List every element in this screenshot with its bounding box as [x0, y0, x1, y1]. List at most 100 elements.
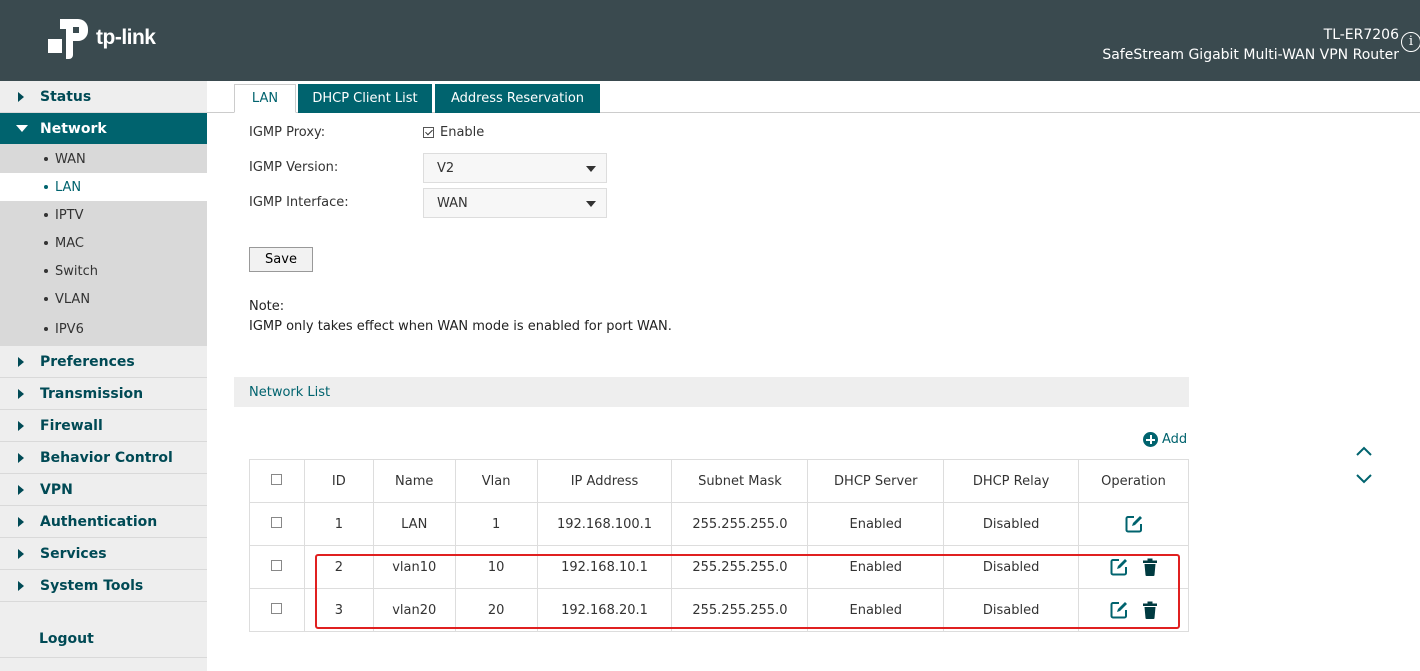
expand-triangle-icon: [18, 420, 24, 431]
sidebar-item-behavior-control[interactable]: Behavior Control: [0, 442, 207, 474]
add-icon: [1143, 432, 1158, 447]
column-header-ip-address[interactable]: IP Address: [536, 459, 673, 503]
cell-name: vlan10: [372, 545, 456, 589]
select-all-checkbox[interactable]: [271, 473, 283, 485]
column-header-operation: Operation: [1078, 459, 1189, 503]
column-header-subnet-mask[interactable]: Subnet Mask: [671, 459, 809, 503]
cell-ip-address: 192.168.20.1: [536, 588, 673, 632]
row-checkbox[interactable]: [271, 516, 283, 528]
sidebar-item-label: Authentication: [40, 513, 158, 530]
column-header-dhcp-relay[interactable]: DHCP Relay: [943, 459, 1080, 503]
row-checkbox[interactable]: [271, 602, 283, 614]
igmp-version-select[interactable]: V2: [423, 153, 607, 183]
collapse-triangle-icon: [16, 125, 28, 132]
expand-triangle-icon: [18, 580, 24, 591]
sidebar-item-preferences[interactable]: Preferences: [0, 346, 207, 378]
trash-icon[interactable]: [1142, 558, 1157, 576]
note-title: Note:: [249, 299, 285, 314]
column-header-vlan[interactable]: Vlan: [454, 459, 538, 503]
trash-icon[interactable]: [1142, 601, 1157, 619]
igmp-proxy-checkbox[interactable]: [423, 127, 434, 138]
dropdown-caret-icon: [586, 201, 596, 207]
igmp-proxy-option-label: Enable: [440, 125, 485, 140]
sidebar-item-services[interactable]: Services: [0, 538, 207, 570]
edit-icon[interactable]: [1125, 515, 1143, 533]
cell-id: 3: [303, 588, 374, 632]
sidebar-item-label: Transmission: [40, 385, 144, 402]
tab-dhcp-client-list[interactable]: DHCP Client List: [298, 84, 432, 113]
sidebar-item-status[interactable]: Status: [0, 81, 207, 113]
header: tp-link TL-ER7206 SafeStream Gigabit Mul…: [0, 0, 1420, 81]
device-model: TL-ER7206: [1323, 27, 1399, 43]
cell-vlan: 1: [454, 502, 538, 546]
edit-icon[interactable]: [1110, 558, 1128, 576]
sidebar-subitem-wan[interactable]: WAN: [0, 145, 207, 173]
network-submenu: WAN LAN IPTV MAC Switch VLAN IPV6: [0, 145, 207, 346]
sidebar-subitem-ipv6[interactable]: IPV6: [0, 313, 207, 346]
cell-dhcp-server: Enabled: [807, 502, 945, 546]
row-select-cell: [249, 588, 305, 632]
igmp-proxy-checkbox-group[interactable]: Enable: [423, 125, 484, 140]
sidebar-item-label: Preferences: [40, 353, 135, 370]
select-all-cell: [249, 459, 305, 503]
chevron-up-icon[interactable]: [1355, 445, 1373, 457]
cell-dhcp-server: Enabled: [807, 545, 945, 589]
igmp-version-label: IGMP Version:: [249, 160, 339, 175]
sidebar-item-authentication[interactable]: Authentication: [0, 506, 207, 538]
cell-subnet-mask: 255.255.255.0: [671, 545, 809, 589]
sidebar-item-firewall[interactable]: Firewall: [0, 410, 207, 442]
sidebar-subitem-label: LAN: [55, 179, 82, 195]
sidebar-item-label: Behavior Control: [40, 449, 173, 466]
bullet-icon: [44, 241, 48, 245]
sidebar-subitem-mac[interactable]: MAC: [0, 229, 207, 257]
cell-dhcp-relay: Disabled: [943, 545, 1080, 589]
tab-address-reservation[interactable]: Address Reservation: [435, 84, 600, 113]
bullet-icon: [44, 297, 48, 301]
logout-link[interactable]: Logout: [39, 631, 94, 647]
save-button[interactable]: Save: [249, 247, 313, 272]
add-button-label: Add: [1162, 432, 1188, 447]
sidebar-subitem-switch[interactable]: Switch: [0, 257, 207, 285]
tp-link-logo[interactable]: tp-link: [46, 15, 156, 61]
row-checkbox[interactable]: [271, 559, 283, 571]
tab-lan[interactable]: LAN: [234, 84, 296, 113]
igmp-version-value: V2: [437, 160, 455, 176]
expand-triangle-icon: [18, 388, 24, 399]
sidebar: Status Network WAN LAN IPTV MAC Switch V…: [0, 81, 207, 671]
column-header-dhcp-server[interactable]: DHCP Server: [807, 459, 945, 503]
sidebar-item-label: System Tools: [40, 577, 144, 594]
sidebar-subitem-label: VLAN: [55, 291, 91, 307]
cell-name: vlan20: [372, 588, 456, 632]
cell-operation: [1078, 502, 1189, 546]
sidebar-item-vpn[interactable]: VPN: [0, 474, 207, 506]
row-select-cell: [249, 545, 305, 589]
edit-icon[interactable]: [1110, 601, 1128, 619]
igmp-interface-label: IGMP Interface:: [249, 195, 349, 210]
table-header-row: ID Name Vlan IP Address Subnet Mask DHCP…: [249, 459, 1189, 503]
bullet-icon: [44, 269, 48, 273]
chevron-down-icon[interactable]: [1355, 473, 1373, 485]
igmp-interface-select[interactable]: WAN: [423, 188, 607, 218]
column-header-id[interactable]: ID: [303, 459, 374, 503]
sidebar-item-system-tools[interactable]: System Tools: [0, 570, 207, 602]
sidebar-item-network[interactable]: Network: [0, 113, 207, 145]
add-button[interactable]: Add: [1143, 432, 1187, 447]
info-icon[interactable]: i: [1401, 32, 1420, 52]
sidebar-subitem-vlan[interactable]: VLAN: [0, 285, 207, 313]
expand-triangle-icon: [18, 452, 24, 463]
sidebar-subitem-label: IPTV: [55, 207, 84, 223]
device-model-info: TL-ER7206 SafeStream Gigabit Multi-WAN V…: [1102, 25, 1399, 65]
sidebar-item-transmission[interactable]: Transmission: [0, 378, 207, 410]
sidebar-item-label: Firewall: [40, 417, 103, 434]
network-list-header: Network List: [234, 377, 1189, 407]
cell-id: 2: [303, 545, 374, 589]
table-row: 1 LAN 1 192.168.100.1 255.255.255.0 Enab…: [249, 502, 1189, 546]
bullet-icon: [44, 157, 48, 161]
sidebar-item-label: VPN: [40, 481, 73, 498]
sidebar-subitem-lan[interactable]: LAN: [0, 173, 207, 201]
sidebar-divider: [0, 657, 207, 658]
column-header-name[interactable]: Name: [372, 459, 456, 503]
note-text: IGMP only takes effect when WAN mode is …: [249, 319, 672, 334]
sidebar-subitem-iptv[interactable]: IPTV: [0, 201, 207, 229]
cell-vlan: 10: [454, 545, 538, 589]
